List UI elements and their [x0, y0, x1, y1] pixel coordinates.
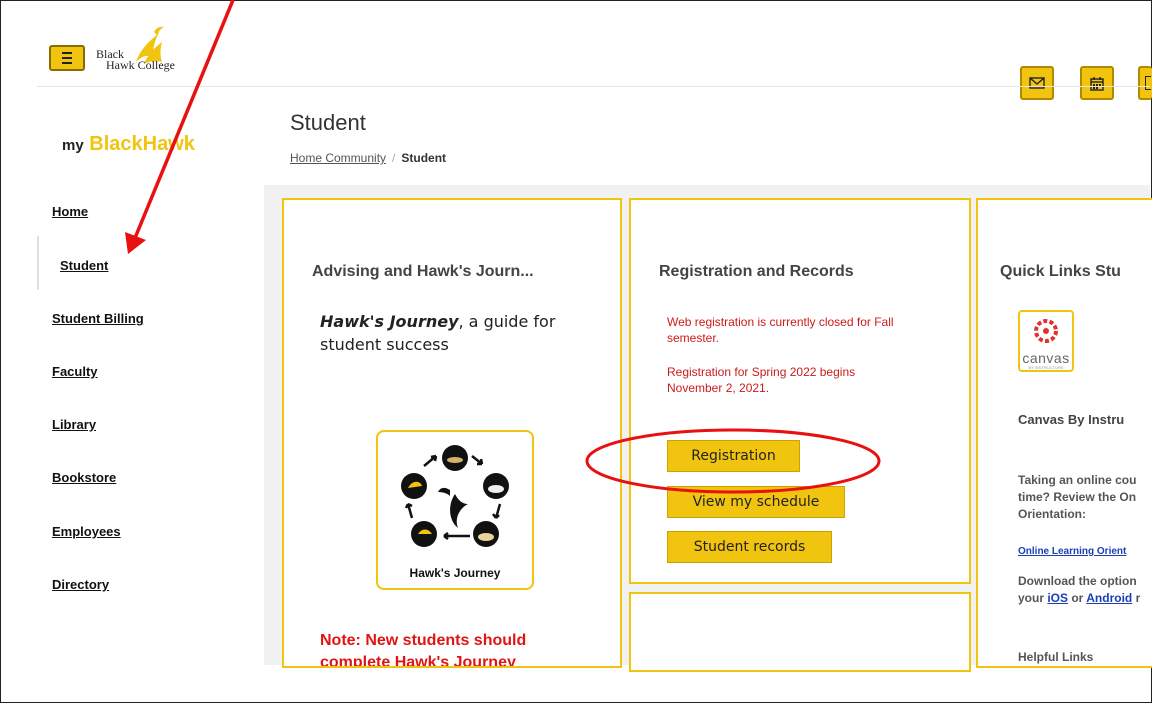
hawks-journey-cycle-icon — [401, 445, 509, 547]
online-text-line-2: time? Review the On — [1018, 490, 1137, 504]
hawks-journey-image[interactable]: Hawk's Journey — [376, 430, 534, 590]
view-my-schedule-button[interactable]: View my schedule — [667, 486, 845, 518]
hamburger-icon — [62, 52, 72, 64]
lower-middle-card — [629, 592, 971, 672]
registration-card-title: Registration and Records — [659, 263, 854, 280]
android-link[interactable]: Android — [1086, 591, 1132, 605]
online-learning-orientation-link[interactable]: Online Learning Orient — [1018, 546, 1126, 557]
canvas-icon — [1034, 319, 1058, 343]
download-text-or: or — [1068, 591, 1087, 605]
student-records-button[interactable]: Student records — [667, 531, 832, 563]
sidebar-item-library[interactable]: Library — [52, 417, 96, 432]
helpful-links-heading: Helpful Links — [1018, 650, 1094, 664]
hawks-journey-bold: Hawk's Journey — [320, 312, 459, 331]
advising-card-title: Advising and Hawk's Journ... — [312, 263, 534, 280]
calendar-button[interactable] — [1080, 66, 1114, 100]
quick-links-card: Quick Links Stu canvas BY INSTRUCTURE Ca… — [976, 198, 1152, 668]
registration-card: Registration and Records Web registratio… — [629, 198, 971, 584]
new-students-note: Note: New students should complete Hawk'… — [320, 630, 620, 668]
hawks-journey-caption: Hawk's Journey — [409, 566, 501, 580]
advising-card: Advising and Hawk's Journ... Hawk's Jour… — [282, 198, 622, 668]
online-text-line-3: Orientation: — [1018, 507, 1086, 521]
sidebar-item-employees[interactable]: Employees — [52, 524, 121, 539]
mail-icon — [1029, 77, 1045, 89]
quick-links-card-title: Quick Links Stu — [1000, 263, 1121, 280]
download-text-post: r — [1132, 591, 1141, 605]
sidebar-item-student-billing[interactable]: Student Billing — [52, 311, 144, 326]
active-nav-indicator — [37, 236, 39, 290]
note-line-1: Note: New students should — [320, 632, 527, 649]
registration-closed-notice: Web registration is currently closed for… — [667, 315, 894, 345]
breadcrumb-separator: / — [392, 151, 396, 165]
my-blackhawk-brand: my BlackHawk — [62, 133, 195, 156]
canvas-title: Canvas By Instru — [1018, 412, 1125, 427]
hawks-journey-intro: Hawk's Journey, a guide for student succ… — [320, 310, 610, 356]
college-name: Black Hawk College — [96, 48, 175, 72]
download-app-text: Download the option your iOS or Android … — [1018, 573, 1140, 607]
spring-registration-notice: Registration for Spring 2022 begins Nove… — [667, 365, 856, 395]
sidebar-item-faculty[interactable]: Faculty — [52, 364, 98, 379]
document-icon — [1145, 76, 1151, 90]
online-orientation-text: Taking an online cou time? Review the On… — [1018, 472, 1136, 523]
header-divider — [37, 86, 1150, 87]
registration-button[interactable]: Registration — [667, 440, 800, 472]
menu-toggle-button[interactable] — [49, 45, 85, 71]
brand-prefix: my — [62, 137, 84, 154]
sidebar-item-home[interactable]: Home — [52, 204, 88, 219]
download-text-pre: your — [1018, 591, 1048, 605]
breadcrumb-current: Student — [401, 151, 447, 165]
canvas-logo[interactable]: canvas BY INSTRUCTURE — [1018, 310, 1074, 372]
logo-line-2: Hawk College — [106, 58, 175, 72]
brand-name: BlackHawk — [89, 133, 195, 155]
breadcrumb: Home Community / Student — [290, 151, 446, 165]
canvas-byline: BY INSTRUCTURE — [1028, 365, 1064, 370]
online-text-line-1: Taking an online cou — [1018, 473, 1137, 487]
ios-link[interactable]: iOS — [1047, 591, 1068, 605]
breadcrumb-home-link[interactable]: Home Community — [290, 151, 386, 165]
sidebar-item-bookstore[interactable]: Bookstore — [52, 470, 116, 485]
note-line-2: complete Hawk's Journey — [320, 654, 516, 668]
download-text-line-1: Download the option — [1018, 574, 1137, 588]
mail-button[interactable] — [1020, 66, 1054, 100]
calendar-icon — [1090, 76, 1104, 91]
page-title: Student — [290, 110, 366, 135]
header-extra-button[interactable] — [1138, 66, 1152, 100]
sidebar-item-student[interactable]: Student — [60, 258, 108, 273]
sidebar-item-directory[interactable]: Directory — [52, 577, 109, 592]
canvas-wordmark: canvas — [1022, 350, 1070, 366]
